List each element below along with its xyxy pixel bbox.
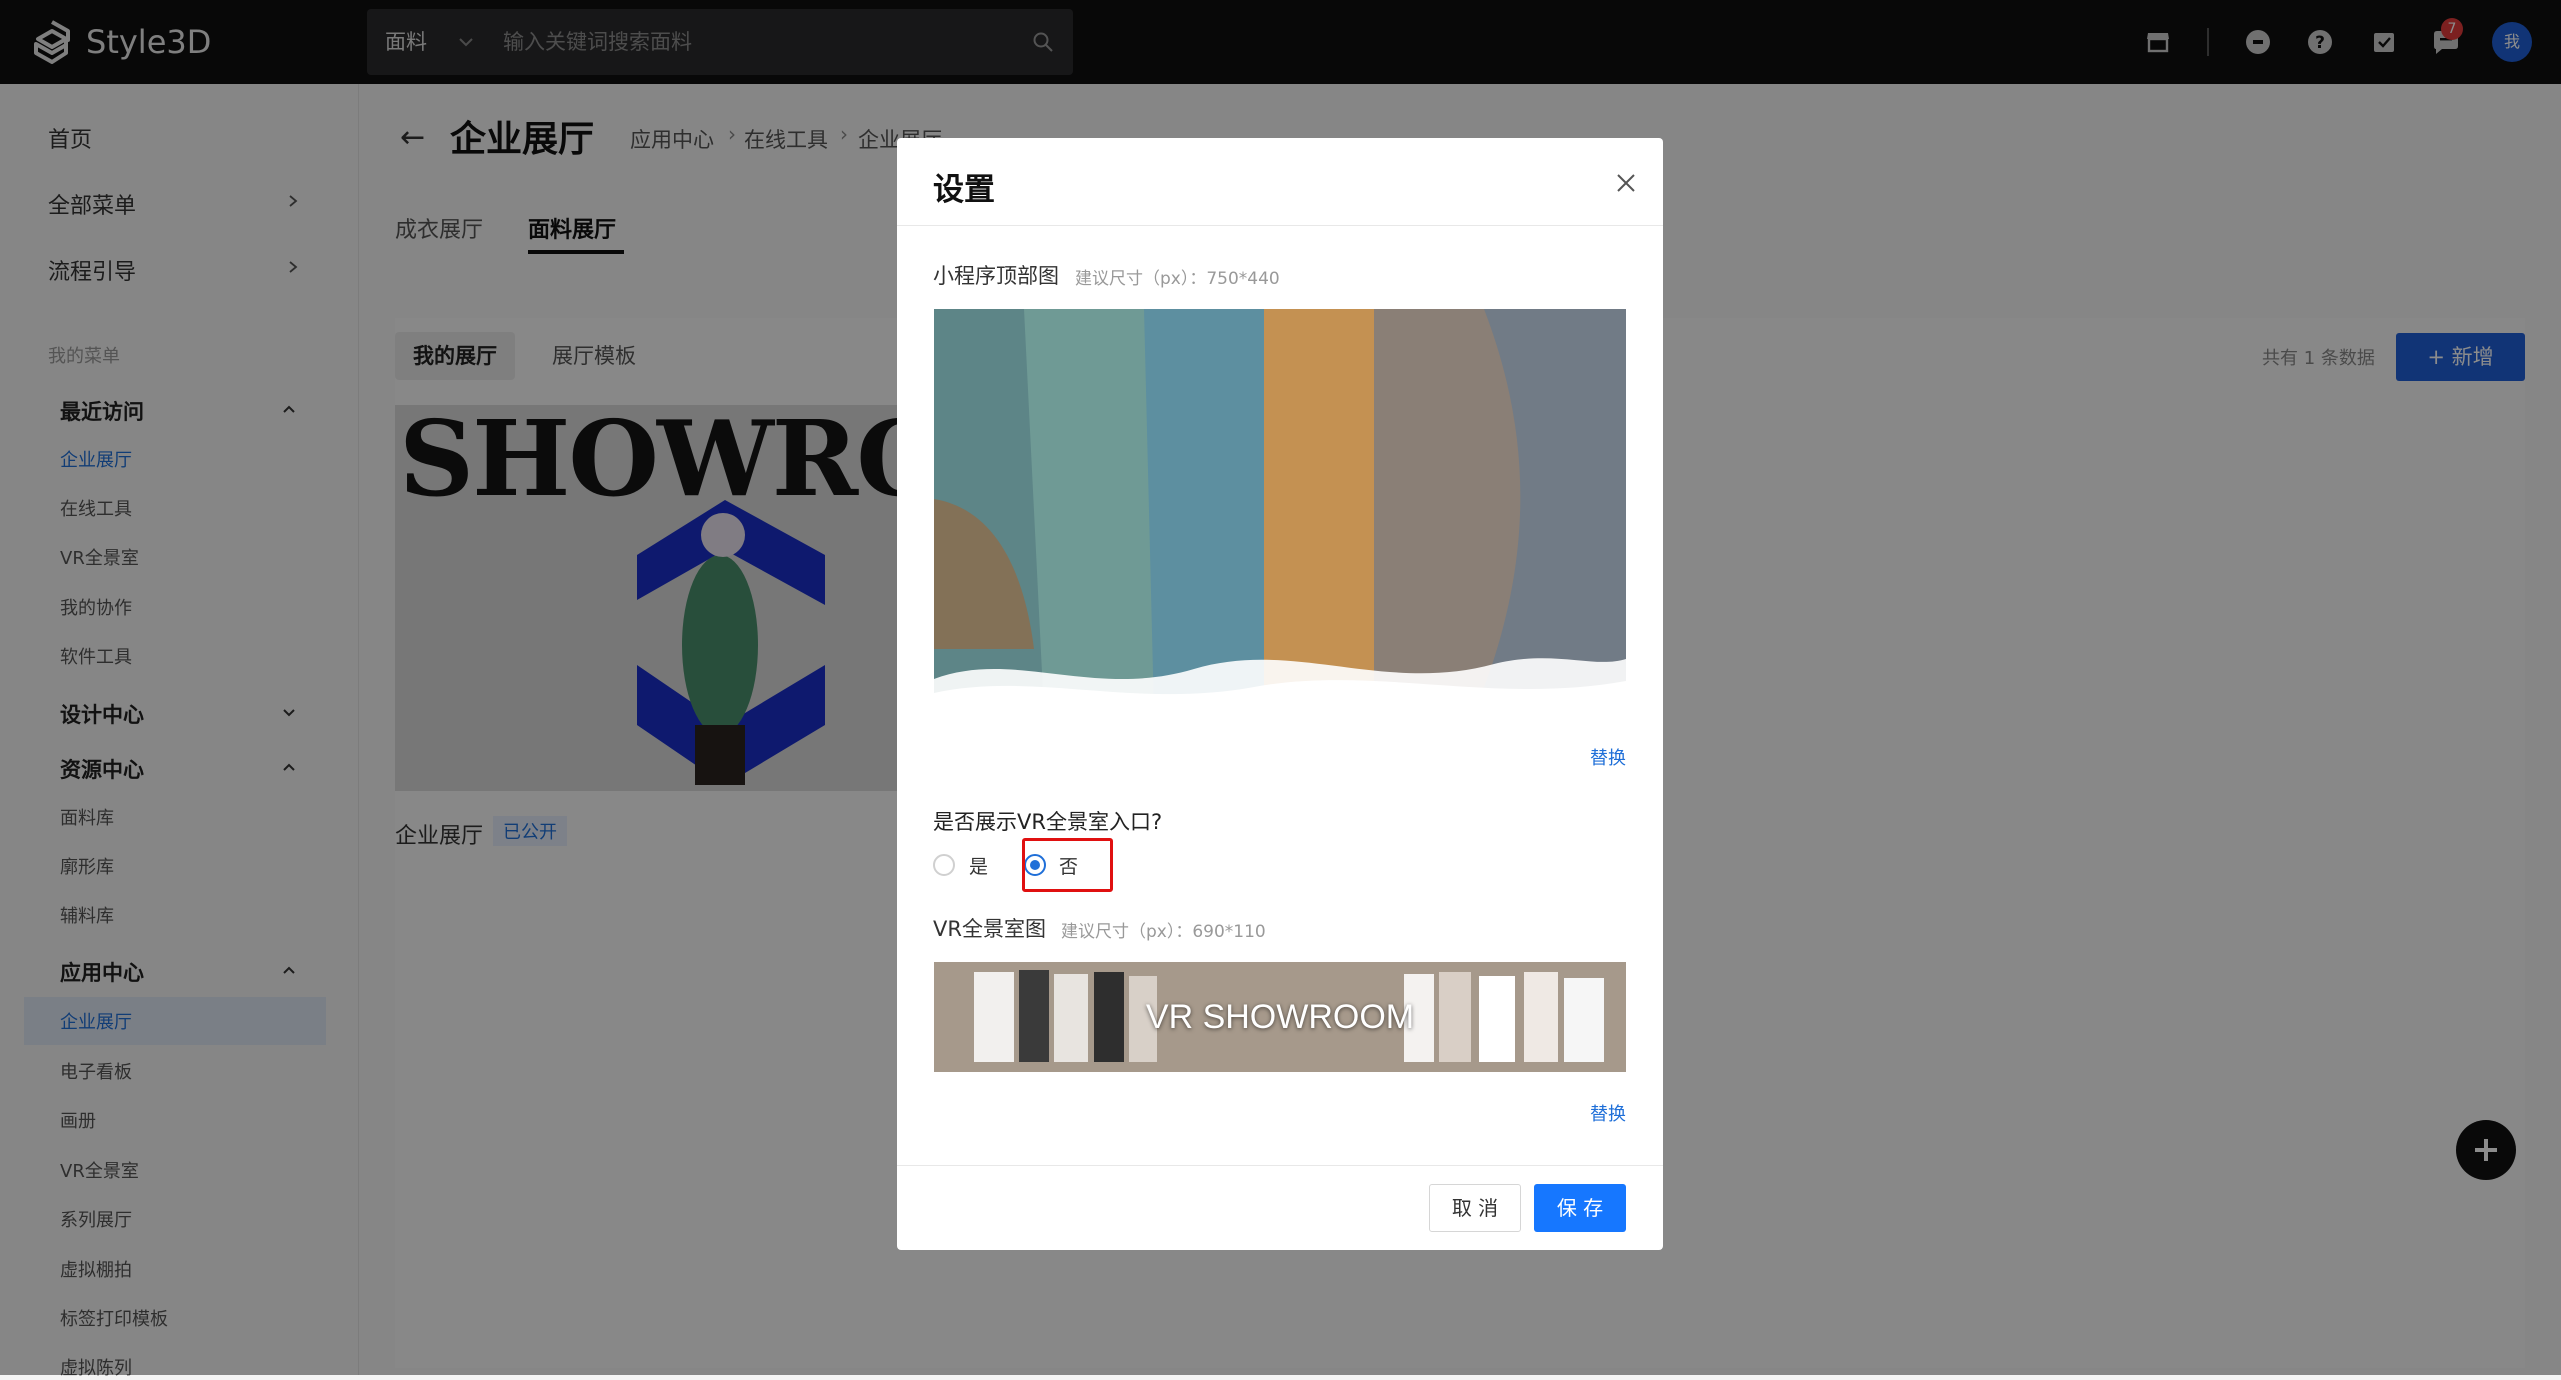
highlight-box bbox=[1022, 838, 1113, 892]
top-image-preview bbox=[934, 309, 1626, 713]
modal-title: 设置 bbox=[933, 172, 995, 208]
modal-footer-divider bbox=[897, 1165, 1663, 1166]
modal-header-divider bbox=[897, 225, 1663, 226]
vr-image-overlay-text: VR SHOWROOM bbox=[1145, 998, 1415, 1036]
vr-entry-question: 是否展示VR全景室入口? bbox=[933, 810, 1163, 834]
cancel-button[interactable]: 取 消 bbox=[1429, 1184, 1521, 1232]
top-image-hint: 建议尺寸（px）：750*440 bbox=[1075, 269, 1280, 289]
vr-image-preview: VR SHOWROOM bbox=[934, 962, 1626, 1072]
radio-yes-label[interactable]: 是 bbox=[969, 852, 988, 879]
settings-modal: 设置 小程序顶部图 建议尺寸（px）：750*440 替换 是否展示VR全景室入… bbox=[897, 138, 1663, 1250]
radio-yes[interactable] bbox=[933, 854, 955, 876]
vr-image-hint: 建议尺寸（px）：690*110 bbox=[1061, 922, 1266, 942]
close-icon[interactable] bbox=[1609, 166, 1643, 200]
save-button[interactable]: 保 存 bbox=[1534, 1184, 1626, 1232]
top-image-label: 小程序顶部图 bbox=[933, 264, 1059, 288]
replace-top-image-link[interactable]: 替换 bbox=[1590, 744, 1626, 770]
vr-image-label: VR全景室图 bbox=[933, 917, 1046, 941]
replace-vr-image-link[interactable]: 替换 bbox=[1590, 1100, 1626, 1126]
